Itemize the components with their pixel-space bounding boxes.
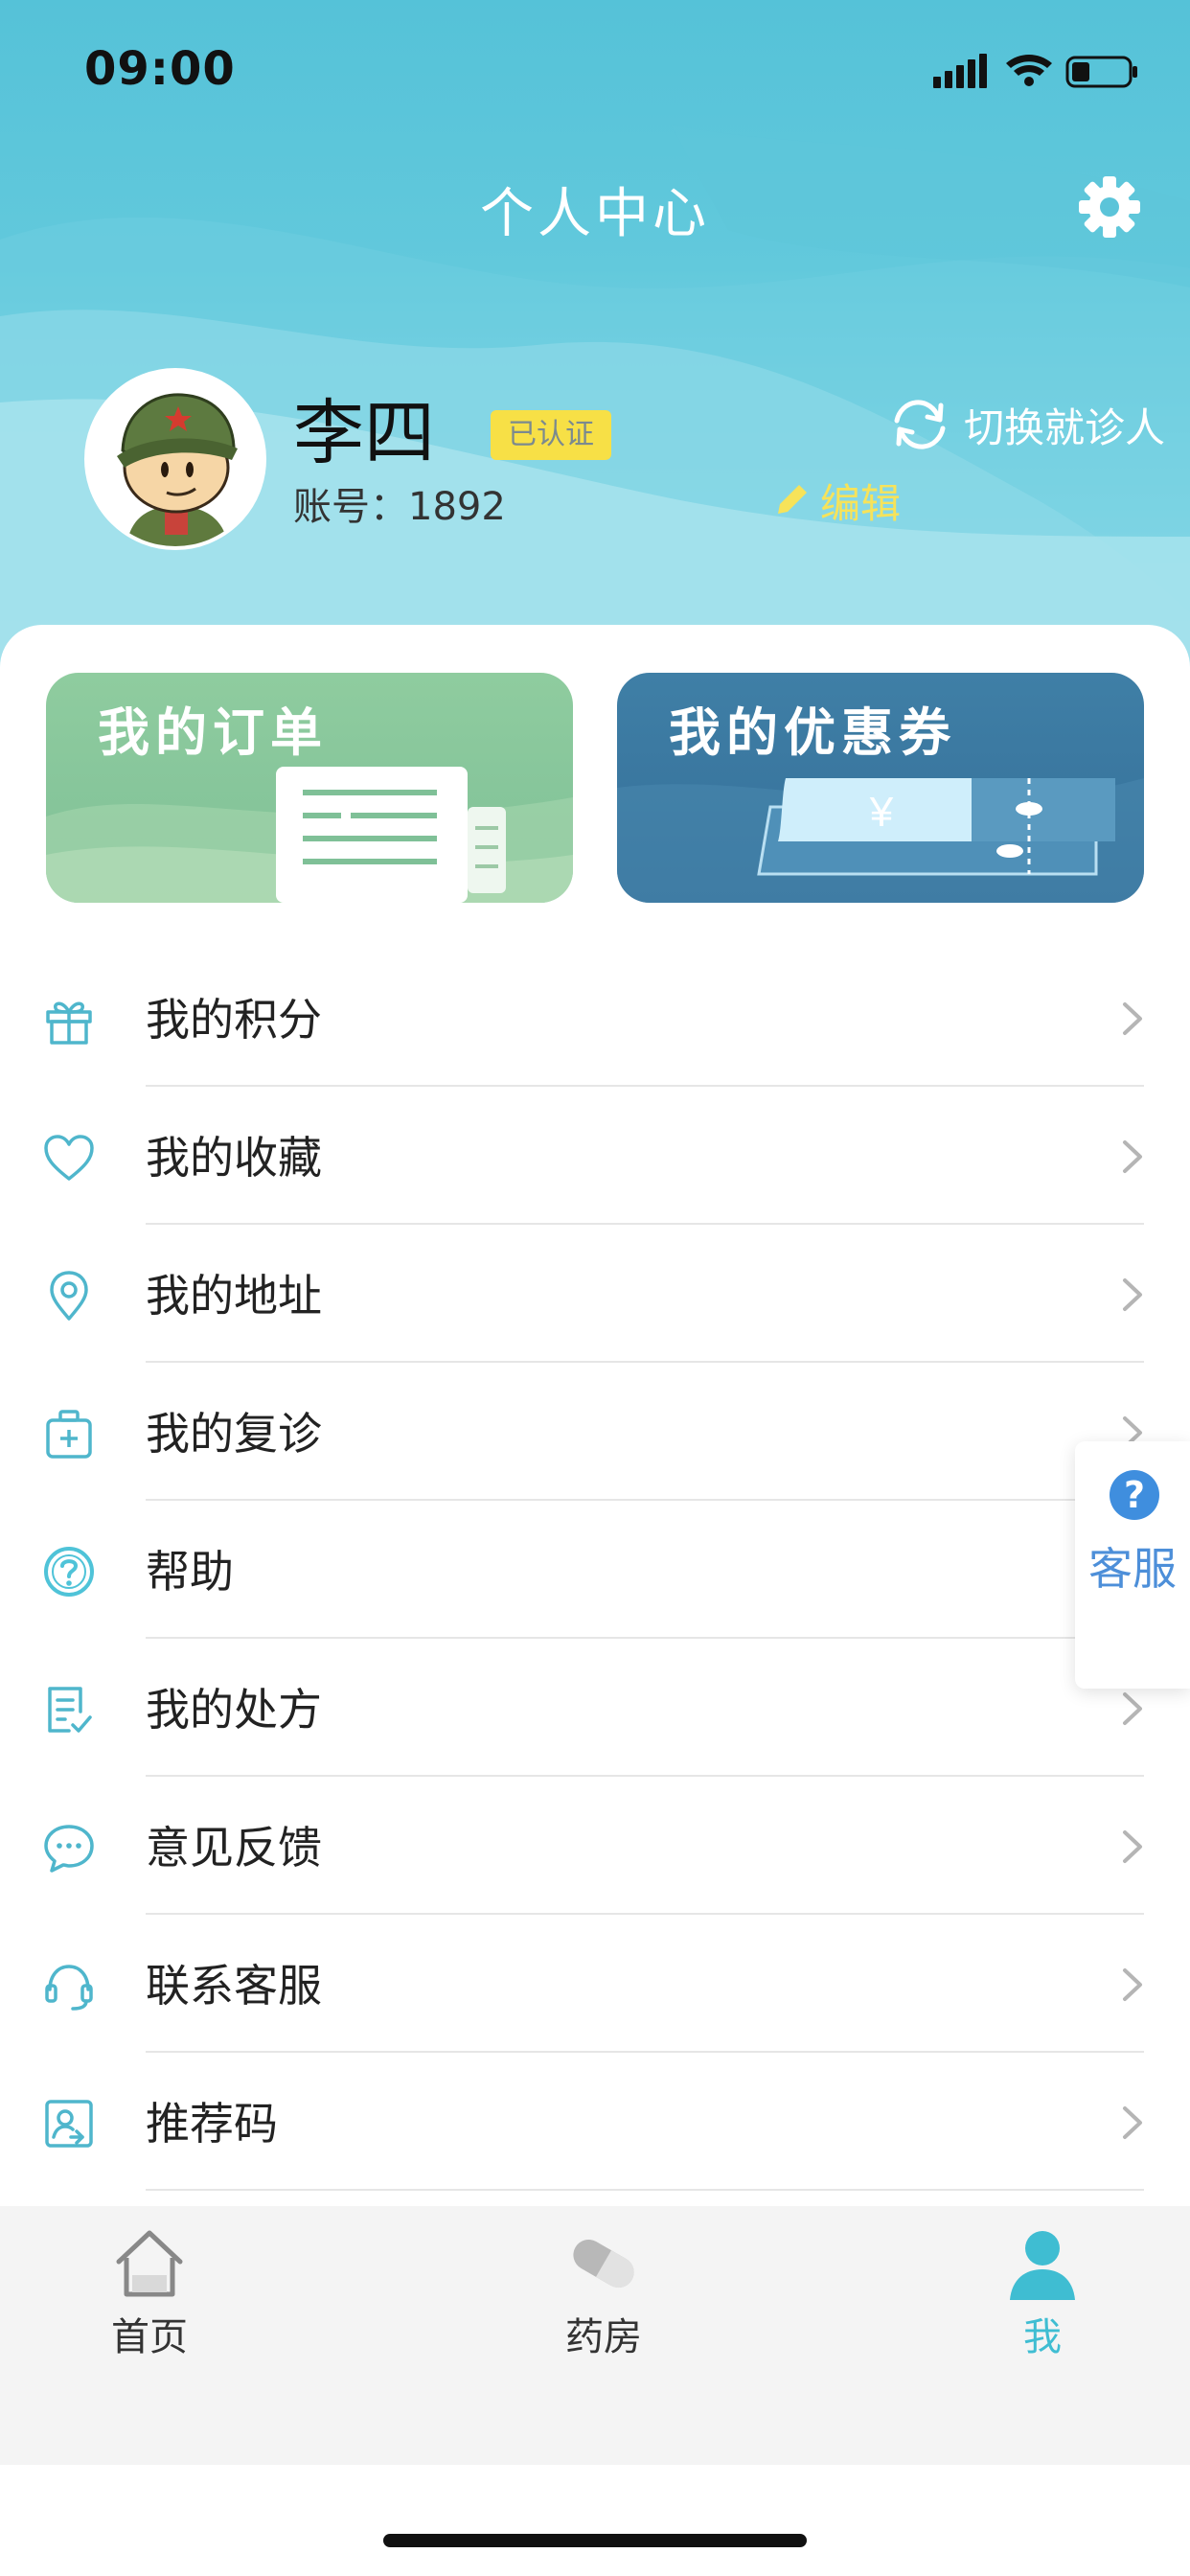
menu-item-favorites[interactable]: 我的收藏 [0, 1087, 1190, 1225]
tab-label: 药房 [565, 2315, 642, 2359]
content-panel: 我的订单 ¥ 我的优惠券 我的积分 我的收藏 我的地址 我的复诊 帮助 我的处方… [0, 625, 1190, 2206]
home-icon [116, 2230, 183, 2297]
menu-item-label: 意见反馈 [146, 1822, 322, 1874]
cellular-signal-icon [933, 54, 987, 88]
tab-home[interactable]: 首页 [54, 2225, 245, 2361]
tab-bar: 首页 药房 我 [0, 2206, 1190, 2465]
customer-service-label: 客服 [1088, 1543, 1177, 1595]
my-coupons-card[interactable]: ¥ 我的优惠券 [617, 673, 1144, 903]
menu-item-label: 我的积分 [146, 994, 322, 1046]
prescription-icon [48, 1687, 92, 1733]
yen-symbol: ¥ [869, 789, 894, 836]
help-circle-icon [44, 1547, 94, 1597]
status-icons [933, 54, 1137, 88]
switch-patient-label: 切换就诊人 [964, 403, 1166, 451]
my-orders-card[interactable]: 我的订单 [46, 673, 573, 903]
switch-patient-button[interactable]: 切换就诊人 [889, 391, 1165, 458]
question-icon: ? [1110, 1470, 1159, 1520]
cartoon-soldier-avatar-icon [88, 372, 263, 546]
chevron-right-icon [1123, 1002, 1142, 1035]
tab-me[interactable]: 我 [947, 2225, 1138, 2361]
chevron-right-icon [1123, 1968, 1142, 2001]
menu-item-prescriptions[interactable]: 我的处方 [0, 1639, 1190, 1777]
menu-item-label: 我的收藏 [146, 1132, 322, 1184]
home-indicator [383, 2534, 807, 2547]
edit-profile-button[interactable]: 编辑 [772, 472, 901, 529]
tab-pharmacy[interactable]: 药房 [508, 2225, 699, 2361]
menu-item-label: 我的处方 [146, 1684, 322, 1736]
gift-icon [46, 1001, 92, 1045]
verified-badge: 已认证 [491, 410, 611, 460]
menu-item-label: 我的复诊 [146, 1408, 322, 1460]
chevron-right-icon [1123, 1830, 1142, 1863]
settings-button[interactable] [1075, 172, 1144, 242]
menu-item-address[interactable]: 我的地址 [0, 1225, 1190, 1363]
medical-kit-icon [46, 1410, 92, 1459]
wifi-icon [1006, 55, 1052, 86]
menu-item-feedback[interactable]: 意见反馈 [0, 1777, 1190, 1915]
pill-icon [573, 2240, 634, 2288]
tab-label: 首页 [111, 2315, 188, 2359]
gear-icon [1079, 176, 1140, 238]
avatar[interactable] [84, 368, 266, 550]
referral-user-icon [45, 2100, 93, 2148]
status-time: 09:00 [84, 42, 236, 96]
floating-customer-service-button[interactable]: ? 客服 [1075, 1441, 1190, 1689]
edit-label: 编辑 [820, 479, 902, 527]
menu-item-contact-service[interactable]: 联系客服 [0, 1915, 1190, 2053]
chevron-right-icon [1123, 1278, 1142, 1311]
my-coupons-title: 我的优惠券 [669, 702, 956, 763]
divider [146, 2189, 1144, 2191]
menu-item-follow-up[interactable]: 我的复诊 [0, 1363, 1190, 1501]
account-number: 1892 [408, 485, 506, 529]
location-pin-icon [50, 1271, 88, 1321]
page-title: 个人中心 [480, 183, 710, 245]
battery-icon [1065, 56, 1137, 88]
my-orders-title: 我的订单 [98, 702, 328, 763]
chevron-right-icon [1123, 1692, 1142, 1725]
chevron-right-icon [1123, 2106, 1142, 2139]
menu-item-referral-code[interactable]: 推荐码 [0, 2053, 1190, 2191]
chat-bubble-icon [44, 1825, 94, 1873]
status-bar: 09:00 [0, 0, 1190, 125]
menu-item-label: 联系客服 [146, 1960, 322, 2012]
menu-item-points[interactable]: 我的积分 [0, 949, 1190, 1087]
user-name: 李四 [293, 392, 435, 474]
tab-label: 我 [1023, 2315, 1062, 2359]
coupon-ticket-icon [757, 778, 1115, 876]
account-label: 账号： [293, 485, 408, 529]
menu-item-label: 推荐码 [146, 2098, 278, 2150]
account-info: 账号：1892 [293, 475, 506, 531]
refresh-icon [894, 400, 946, 449]
menu-item-help[interactable]: 帮助 [0, 1501, 1190, 1639]
document-icon [276, 767, 506, 903]
headset-icon [45, 1965, 93, 2011]
chevron-right-icon [1123, 1140, 1142, 1173]
user-icon [1010, 2231, 1075, 2300]
menu-list: 我的积分 我的收藏 我的地址 我的复诊 帮助 我的处方 意见反馈 联系客服 推荐… [0, 949, 1190, 2191]
heart-icon [44, 1135, 94, 1181]
menu-item-label: 我的地址 [146, 1270, 322, 1322]
pencil-icon [778, 485, 807, 514]
menu-item-label: 帮助 [146, 1546, 234, 1598]
